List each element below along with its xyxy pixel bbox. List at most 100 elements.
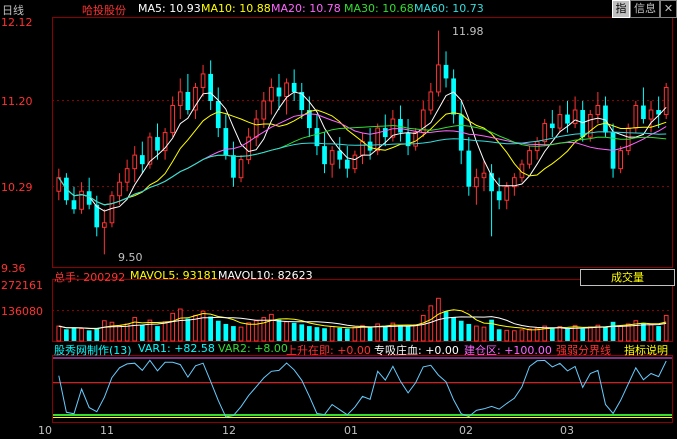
candle-body-down bbox=[215, 101, 221, 129]
candle-body-up bbox=[261, 100, 267, 120]
volume-bar-down bbox=[215, 320, 221, 341]
volume-bar-down bbox=[489, 319, 494, 341]
volume-bar-up bbox=[557, 326, 563, 342]
x-tick-oct: 10 bbox=[38, 424, 52, 437]
absorb-label: 专吸庄血: +0.00 bbox=[374, 344, 459, 357]
candle-body-up bbox=[648, 109, 654, 120]
volume-bar-down bbox=[71, 327, 77, 341]
high-price-label: 11.98 bbox=[452, 25, 484, 38]
candle-body-down bbox=[641, 105, 646, 120]
volume-bar-down bbox=[610, 321, 616, 341]
volume-bar-up bbox=[56, 325, 62, 342]
var1-line bbox=[58, 359, 667, 418]
volume-bar-up bbox=[663, 314, 669, 342]
volume-bar-down bbox=[306, 326, 312, 341]
volume-bar-down bbox=[603, 327, 608, 341]
candle-body-down bbox=[223, 128, 229, 156]
stock-chart-window[interactable]: 日线 哈投股份 MA5: 10.93 MA10: 10.88 MA20: 10.… bbox=[0, 0, 677, 439]
candle-body-up bbox=[329, 150, 335, 165]
info-button[interactable]: 信息 bbox=[630, 0, 660, 18]
volume-bar-down bbox=[139, 325, 145, 341]
ma20-label: MA20: 10.78 bbox=[271, 2, 341, 15]
volume-bar-up bbox=[101, 320, 107, 342]
volume-bar-up bbox=[284, 321, 289, 342]
volume-bar-down bbox=[231, 326, 236, 341]
candle-body-down bbox=[344, 159, 350, 169]
volume-bar-down bbox=[291, 322, 297, 341]
volume-bar-down bbox=[314, 327, 320, 341]
volume-bar-down bbox=[276, 319, 282, 341]
chart-canvas[interactable] bbox=[0, 0, 677, 439]
candle-body-down bbox=[185, 91, 191, 111]
candle-body-up bbox=[124, 168, 130, 183]
candle-body-down bbox=[466, 150, 472, 187]
candle-body-down bbox=[155, 137, 160, 151]
close-icon[interactable]: ✕ bbox=[660, 0, 677, 18]
volume-bar-up bbox=[618, 325, 624, 342]
indicator-button[interactable]: 指 bbox=[612, 0, 630, 18]
candle-body-up bbox=[663, 86, 669, 116]
ma10-label: MA10: 10.88 bbox=[201, 2, 271, 15]
volume-bar-up bbox=[428, 305, 434, 342]
price-tick-top: 12.12 bbox=[1, 16, 33, 29]
volume-bar-up bbox=[519, 329, 525, 342]
candle-body-up bbox=[504, 186, 510, 201]
volume-bar-up bbox=[246, 322, 251, 342]
candle-body-down bbox=[208, 73, 214, 101]
var2-label: VAR2: +8.00 bbox=[218, 342, 288, 355]
volume-bar-up bbox=[79, 328, 84, 342]
volume-bar-down bbox=[405, 326, 411, 341]
ma60-label: MA60: 10.73 bbox=[414, 2, 484, 15]
volume-bar-down bbox=[208, 316, 214, 341]
volume-bar-down bbox=[322, 328, 327, 341]
mavol10-label: MAVOL10: 82623 bbox=[218, 269, 313, 282]
candle-body-up bbox=[193, 86, 198, 111]
candle-body-up bbox=[436, 64, 441, 93]
candle-body-down bbox=[549, 123, 555, 129]
candle-body-down bbox=[291, 82, 297, 92]
candle-body-up bbox=[481, 172, 487, 179]
volume-bar-down bbox=[656, 326, 661, 341]
candle-body-down bbox=[299, 91, 305, 111]
mavol5-label: MAVOL5: 93181 bbox=[130, 269, 218, 282]
volume-bar-down bbox=[155, 326, 160, 341]
volume-bar-up bbox=[238, 326, 244, 342]
volume-bar-down bbox=[580, 328, 586, 341]
candle-body-up bbox=[101, 222, 107, 228]
volume-bar-up bbox=[170, 312, 176, 342]
candle-body-up bbox=[428, 91, 434, 111]
volume-bar-up bbox=[132, 317, 138, 342]
volume-bar-down bbox=[344, 328, 350, 341]
volume-bar-down bbox=[337, 327, 343, 341]
candle-body-up bbox=[474, 177, 479, 188]
volume-bar-up bbox=[390, 322, 396, 342]
candle-body-down bbox=[565, 114, 570, 124]
volume-bar-down bbox=[641, 322, 646, 341]
candle-body-up bbox=[542, 123, 548, 143]
volume-bar-down bbox=[86, 330, 92, 341]
volume-bar-down bbox=[443, 311, 449, 341]
volume-bar-up bbox=[474, 325, 479, 342]
candle-body-up bbox=[117, 181, 122, 197]
candle-body-down bbox=[231, 155, 236, 178]
var1-label: VAR1: +82.58 bbox=[138, 342, 215, 355]
candle-body-up bbox=[360, 141, 365, 156]
volume-bar-up bbox=[511, 330, 517, 342]
candle-body-up bbox=[79, 190, 84, 210]
volume-bar-down bbox=[565, 328, 570, 341]
indicator-lines bbox=[53, 357, 672, 419]
candle-body-down bbox=[382, 128, 388, 138]
indicator-select[interactable]: 成交量 bbox=[580, 269, 675, 286]
candle-body-down bbox=[322, 146, 327, 165]
volume-bar-down bbox=[549, 327, 555, 341]
volume-bar-up bbox=[413, 324, 419, 342]
volume-tick-mid: 136080 bbox=[1, 305, 43, 318]
volume-bar-down bbox=[64, 329, 69, 341]
candle-body-down bbox=[139, 155, 145, 165]
volume-bar-up bbox=[481, 326, 487, 342]
volume-bar-up bbox=[147, 319, 153, 342]
indicator-help-button[interactable]: 指标说明 bbox=[624, 342, 668, 358]
volume-bar-down bbox=[299, 324, 305, 341]
candle-body-up bbox=[170, 105, 176, 134]
candle-body-down bbox=[496, 191, 502, 201]
